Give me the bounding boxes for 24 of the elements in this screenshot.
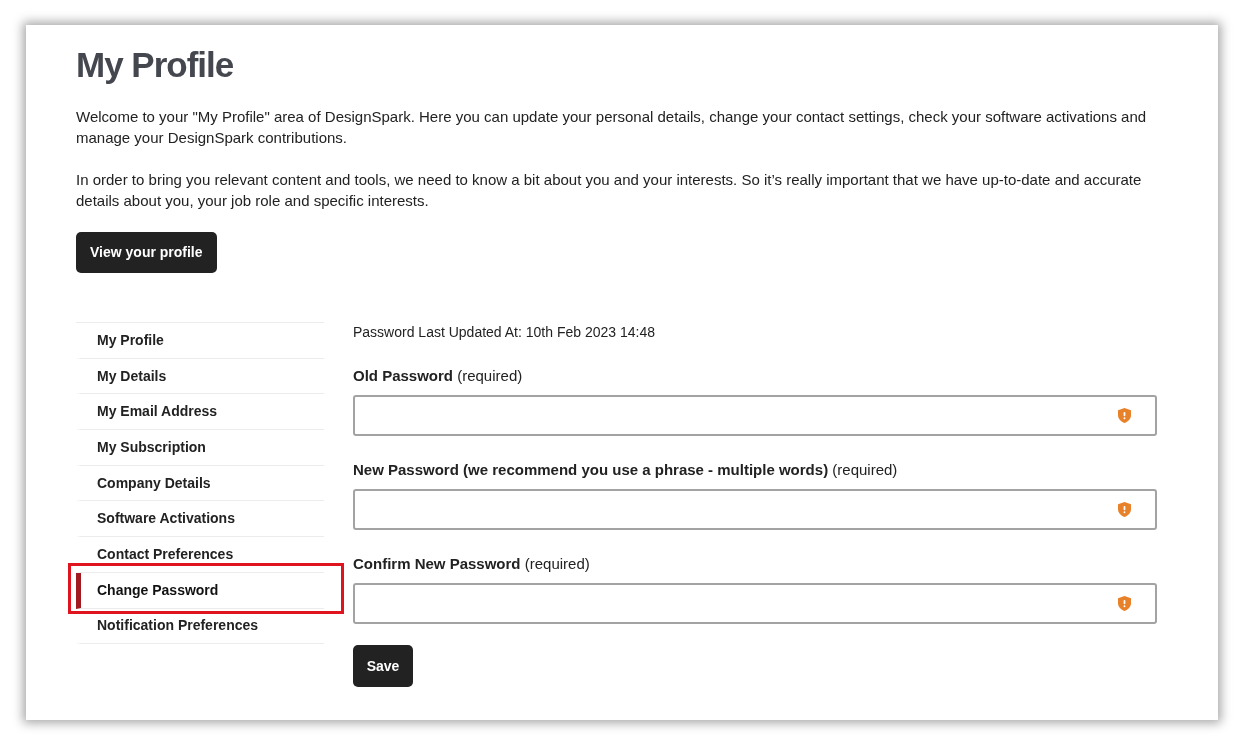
intro-paragraph: In order to bring you relevant content and tools, we need to know a bit about you and your interests. So it’s really important that we have up-to-date and accurate details about you, your job role and specific interests.: [76, 170, 1143, 211]
password-field[interactable]: [353, 489, 1157, 530]
sidebar-item[interactable]: Contact Preferences: [76, 537, 324, 573]
sidebar-item[interactable]: My Profile: [76, 323, 324, 359]
password-field[interactable]: [353, 395, 1157, 436]
shield-icon: [1118, 596, 1131, 611]
field-label: Confirm New Password (required): [353, 554, 590, 574]
sidebar-item[interactable]: Notification Preferences: [76, 608, 324, 645]
page-title: My Profile: [76, 45, 234, 85]
sidebar-item[interactable]: My Subscription: [76, 430, 324, 466]
field-label: Old Password (required): [353, 366, 523, 386]
sidebar-item[interactable]: My Details: [76, 358, 324, 395]
shield-icon: [1118, 502, 1131, 517]
password-field[interactable]: [353, 583, 1157, 624]
last-updated-text: Password Last Updated At: 10th Feb 2023 14:48: [353, 323, 655, 342]
save-button[interactable]: Save: [353, 645, 413, 687]
sidebar-item[interactable]: My Email Address: [76, 394, 324, 431]
sidebar-item[interactable]: Company Details: [76, 465, 324, 502]
view-profile-button[interactable]: View your profile: [76, 232, 217, 273]
sidebar-item[interactable]: Software Activations: [76, 501, 324, 538]
shield-icon: [1118, 408, 1131, 423]
sidebar-item[interactable]: Change Password: [76, 572, 324, 609]
field-label: New Password (we recommend you use a phrase - multiple words) (required): [353, 460, 898, 480]
intro-paragraph: Welcome to your "My Profile" area of DesignSpark. Here you can update your personal details, change your contact settings, check your software activations and manage your DesignSpark contributions.: [76, 107, 1148, 148]
